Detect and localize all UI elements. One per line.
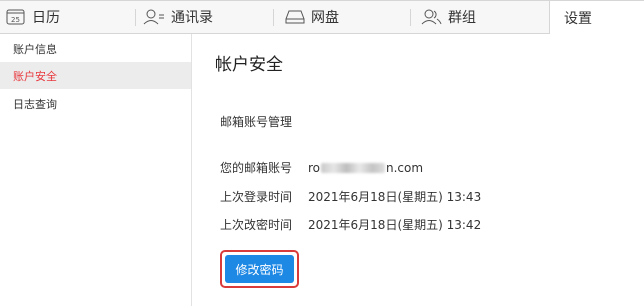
last-password-change-row: 上次改密时间 2021年6月18日(星期五) 13:42	[220, 216, 481, 233]
tab-label: 日历	[32, 10, 60, 26]
email-value-suffix: n.com	[386, 160, 424, 175]
last-login-value: 2021年6月18日(星期五) 13:43	[308, 190, 482, 204]
tab-divider	[135, 9, 136, 26]
calendar-icon: 25	[6, 8, 26, 26]
tab-divider	[410, 9, 411, 26]
email-value: ro n.com	[308, 161, 423, 175]
main-content: 帐户安全 邮箱账号管理 您的邮箱账号 ro n.com 上次登录时间 2021年…	[193, 34, 644, 306]
tab-drive[interactable]: 网盘	[285, 1, 339, 33]
svg-text:25: 25	[11, 16, 20, 24]
tab-contacts[interactable]: 通讯录	[143, 1, 213, 33]
sidebar: 账户信息 账户安全 日志查询	[0, 34, 192, 306]
tab-group[interactable]: 群组	[420, 1, 476, 33]
sidebar-item-label: 账户信息	[13, 42, 57, 56]
tab-calendar[interactable]: 25 日历	[6, 1, 60, 33]
page-title: 帐户安全	[215, 55, 283, 75]
email-label: 您的邮箱账号	[220, 161, 293, 175]
tab-label: 设置	[564, 10, 592, 27]
top-tab-bar: 25 日历 通讯录 网盘 群组 设置	[0, 0, 644, 34]
sidebar-item-account-security[interactable]: 账户安全	[0, 62, 191, 89]
contacts-icon	[143, 8, 165, 26]
tab-divider	[273, 9, 274, 26]
sidebar-item-account-info[interactable]: 账户信息	[0, 35, 191, 62]
sidebar-item-label: 账户安全	[13, 69, 57, 83]
tab-label: 通讯录	[171, 10, 213, 26]
change-password-button[interactable]: 修改密码	[225, 255, 294, 283]
email-row: 您的邮箱账号 ro n.com	[220, 159, 423, 176]
drive-icon	[285, 8, 305, 26]
email-value-prefix: ro	[308, 160, 321, 175]
sidebar-item-label: 日志查询	[13, 97, 57, 111]
group-icon	[420, 8, 442, 26]
tab-label: 网盘	[311, 10, 339, 26]
email-redacted-blur	[321, 162, 386, 173]
last-login-label: 上次登录时间	[220, 190, 293, 204]
last-password-change-value: 2021年6月18日(星期五) 13:42	[308, 218, 482, 232]
section-title: 邮箱账号管理	[220, 115, 293, 129]
tab-settings[interactable]: 设置	[549, 1, 644, 34]
sidebar-item-log-query[interactable]: 日志查询	[0, 90, 191, 117]
tab-label: 群组	[448, 10, 476, 26]
last-login-row: 上次登录时间 2021年6月18日(星期五) 13:43	[220, 188, 481, 205]
change-password-highlight: 修改密码	[220, 250, 299, 288]
last-password-change-label: 上次改密时间	[220, 218, 293, 232]
